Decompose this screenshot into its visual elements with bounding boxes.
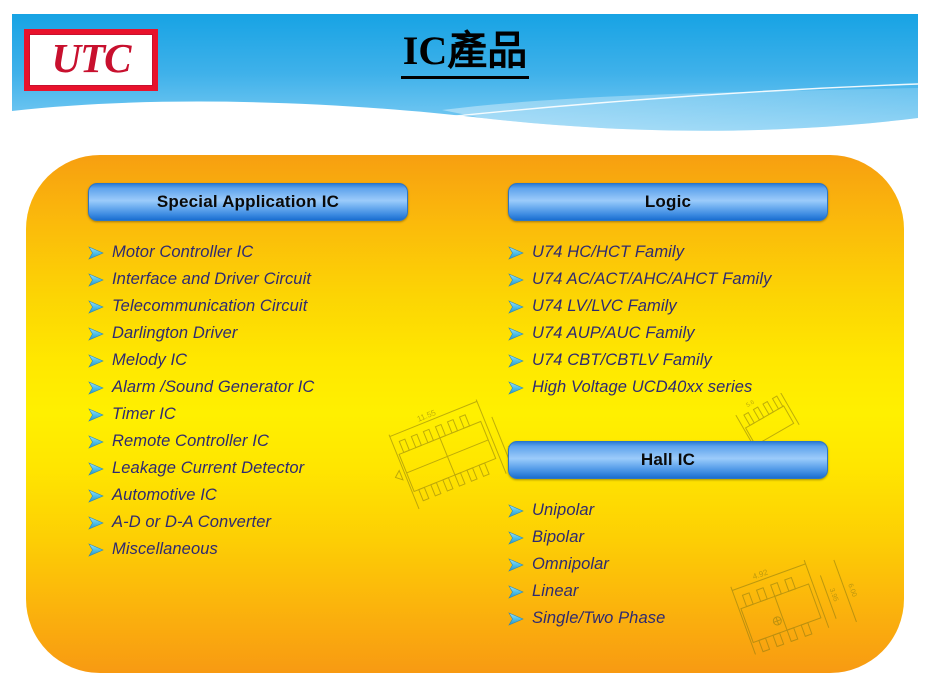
list-item-label: Omnipolar — [532, 555, 610, 573]
list-item-label: Leakage Current Detector — [112, 459, 305, 477]
arrow-bullet-icon — [88, 428, 112, 455]
arrow-bullet-icon — [508, 374, 532, 401]
arrow-bullet-icon — [88, 455, 112, 482]
arrow-bullet-icon — [88, 293, 112, 320]
arrow-bullet-icon — [88, 266, 112, 293]
list-item[interactable]: Remote Controller IC — [88, 428, 448, 455]
list-item[interactable]: Darlington Driver — [88, 320, 448, 347]
list-item-label: U74 CBT/CBTLV Family — [532, 351, 712, 369]
list-item-label: Interface and Driver Circuit — [112, 270, 312, 288]
section-header-logic[interactable]: Logic — [508, 183, 828, 221]
column-left: Special Application IC Motor Controller … — [88, 155, 448, 563]
page-title-inner: IC產品 — [400, 28, 530, 79]
list-item[interactable]: Motor Controller IC — [88, 239, 448, 266]
list-item[interactable]: Automotive IC — [88, 482, 448, 509]
list-item-label: Single/Two Phase — [532, 609, 666, 627]
list-item[interactable]: U74 AUP/AUC Family — [508, 320, 868, 347]
content-panel: 11.55 7.080 5.6 — [26, 155, 904, 673]
list-item[interactable]: Melody IC — [88, 347, 448, 374]
arrow-bullet-icon — [88, 401, 112, 428]
list-item[interactable]: Interface and Driver Circuit — [88, 266, 448, 293]
section-header-label: Special Application IC — [156, 192, 340, 211]
list-item[interactable]: Leakage Current Detector — [88, 455, 448, 482]
list-item[interactable]: Alarm /Sound Generator IC — [88, 374, 448, 401]
list-item-label: Unipolar — [532, 501, 595, 519]
arrow-bullet-icon — [88, 347, 112, 374]
arrow-bullet-icon — [88, 536, 112, 563]
list-item[interactable]: U74 AC/ACT/AHC/AHCT Family — [508, 266, 868, 293]
list-item-label: Linear — [532, 582, 579, 600]
arrow-bullet-icon — [508, 578, 532, 605]
arrow-bullet-icon — [508, 524, 532, 551]
list-item-label: Miscellaneous — [112, 540, 218, 558]
list-item-label: Remote Controller IC — [112, 432, 269, 450]
list-item-label: U74 LV/LVC Family — [532, 297, 677, 315]
page-title: IC產品 — [0, 28, 930, 79]
section-header-label: Logic — [644, 192, 692, 211]
list-item[interactable]: Timer IC — [88, 401, 448, 428]
arrow-bullet-icon — [508, 605, 532, 632]
arrow-bullet-icon — [88, 509, 112, 536]
list-item[interactable]: Telecommunication Circuit — [88, 293, 448, 320]
arrow-bullet-icon — [88, 320, 112, 347]
arrow-bullet-icon — [508, 293, 532, 320]
arrow-bullet-icon — [88, 482, 112, 509]
arrow-bullet-icon — [508, 320, 532, 347]
list-item[interactable]: Single/Two Phase — [508, 605, 868, 632]
section-header-special-application-ic[interactable]: Special Application IC — [88, 183, 408, 221]
list-item-label: Alarm /Sound Generator IC — [112, 378, 315, 396]
arrow-bullet-icon — [508, 497, 532, 524]
list-item[interactable]: Unipolar — [508, 497, 868, 524]
arrow-bullet-icon — [508, 266, 532, 293]
list-item[interactable]: Miscellaneous — [88, 536, 448, 563]
list-item[interactable]: Bipolar — [508, 524, 868, 551]
arrow-bullet-icon — [508, 347, 532, 374]
list-item-label: U74 HC/HCT Family — [532, 243, 685, 261]
list-item[interactable]: U74 LV/LVC Family — [508, 293, 868, 320]
page-title-en: IC — [402, 28, 448, 73]
list-item-label: A-D or D-A Converter — [112, 513, 272, 531]
arrow-bullet-icon — [88, 374, 112, 401]
list-item-label: Telecommunication Circuit — [112, 297, 308, 315]
list-item[interactable]: A-D or D-A Converter — [88, 509, 448, 536]
arrow-bullet-icon — [508, 551, 532, 578]
column-right: Logic U74 HC/HCT Family U74 AC/ACT/AHC/A… — [508, 155, 868, 632]
list-item[interactable]: Omnipolar — [508, 551, 868, 578]
list-item-label: Melody IC — [112, 351, 188, 369]
list-item-label: Automotive IC — [112, 486, 217, 504]
list-item-label: U74 AC/ACT/AHC/AHCT Family — [532, 270, 772, 288]
list-item-label: High Voltage UCD40xx series — [532, 378, 753, 396]
list-special-application-ic: Motor Controller IC Interface and Driver… — [88, 239, 448, 563]
list-logic: U74 HC/HCT Family U74 AC/ACT/AHC/AHCT Fa… — [508, 239, 868, 401]
section-header-hall-ic[interactable]: Hall IC — [508, 441, 828, 479]
slide-canvas: UTC IC產品 11.55 5.6 4.92 3.95 6.00 Specia… — [0, 0, 930, 697]
list-item[interactable]: U74 HC/HCT Family — [508, 239, 868, 266]
list-item[interactable]: High Voltage UCD40xx series — [508, 374, 868, 401]
list-item-label: Darlington Driver — [112, 324, 238, 342]
arrow-bullet-icon — [508, 239, 532, 266]
list-item-label: Bipolar — [532, 528, 585, 546]
list-hall-ic: Unipolar Bipolar Omnipolar Linear Single… — [508, 497, 868, 632]
list-item[interactable]: Linear — [508, 578, 868, 605]
arrow-bullet-icon — [88, 239, 112, 266]
list-item[interactable]: U74 CBT/CBTLV Family — [508, 347, 868, 374]
list-item-label: U74 AUP/AUC Family — [532, 324, 695, 342]
list-item-label: Motor Controller IC — [112, 243, 254, 261]
page-title-zh: 產品 — [447, 28, 528, 73]
list-item-label: Timer IC — [112, 405, 176, 423]
section-header-label: Hall IC — [640, 450, 696, 469]
